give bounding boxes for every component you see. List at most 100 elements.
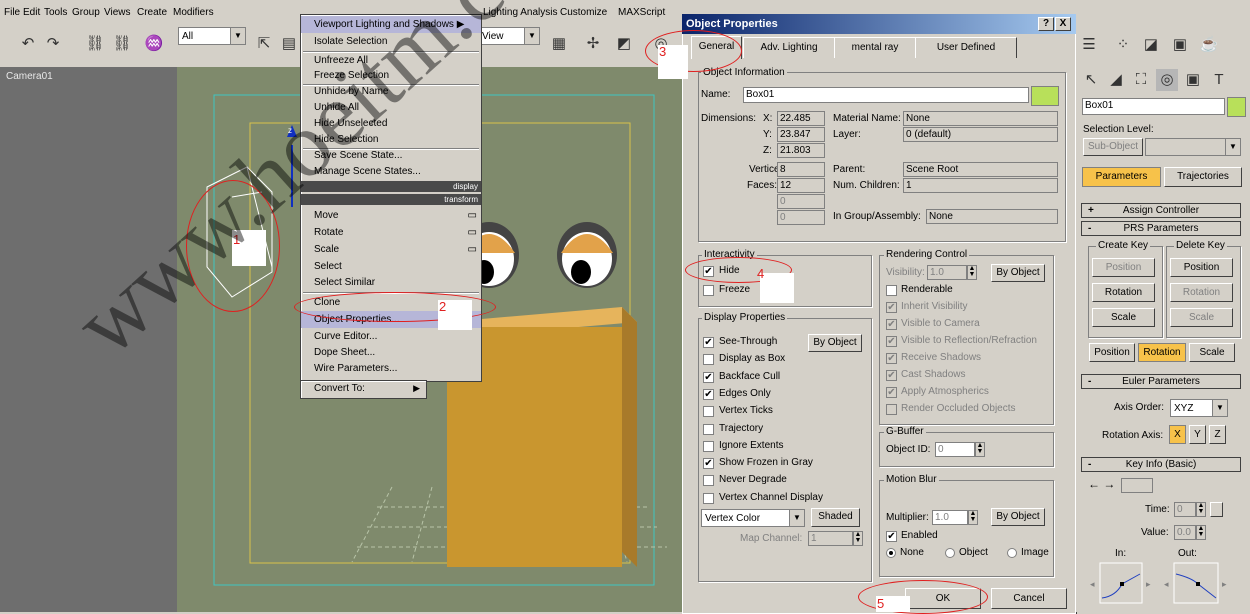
menu-item-select[interactable]: Select	[301, 258, 481, 275]
menu-maxscript[interactable]: MAXScript	[618, 7, 665, 18]
render-option-checkbox[interactable]: ✔	[886, 302, 897, 313]
display-option-checkbox[interactable]	[703, 423, 714, 435]
visibility-input[interactable]: 1.0	[927, 265, 967, 280]
vertex-color-dropdown[interactable]: Vertex Color ▼	[701, 509, 805, 527]
delete-rotation-key-button[interactable]: Rotation	[1170, 283, 1233, 302]
shaded-button[interactable]: Shaded	[811, 508, 860, 527]
menu-item-wire-parameters[interactable]: Wire Parameters...	[301, 360, 481, 377]
menu-item-hide-selection[interactable]: Hide Selection	[301, 131, 481, 148]
display-option-checkbox[interactable]	[703, 492, 714, 504]
selection-filter-dropdown[interactable]: All ▼	[178, 27, 246, 45]
display-option-checkbox[interactable]: ✔	[703, 458, 714, 470]
menu-item-hide-unselected[interactable]: Hide Unselected	[301, 115, 481, 132]
settings-box-icon[interactable]: ▭	[468, 224, 477, 241]
menu-item-unhide-all[interactable]: Unhide All	[301, 99, 481, 116]
axis-order-dropdown[interactable]: XYZ ▼	[1170, 399, 1228, 417]
unlink-icon[interactable]: ⛓	[111, 33, 133, 55]
menu-item-viewport-lighting[interactable]: Viewport Lighting and Shadows ▶	[301, 16, 481, 33]
assign-controller-rollout[interactable]: + Assign Controller	[1081, 203, 1241, 218]
help-button[interactable]: ?	[1038, 17, 1054, 31]
axis-z-button[interactable]: Z	[1209, 425, 1226, 444]
blur-none-radio[interactable]	[886, 548, 896, 558]
display-option-checkbox[interactable]: ✔	[703, 337, 714, 348]
out-tangent-control[interactable]: ◂ ▸	[1162, 562, 1232, 606]
dialog-titlebar[interactable]: Object Properties ? X	[682, 14, 1076, 34]
axis-y-button[interactable]: Y	[1189, 425, 1206, 444]
map-channel-input[interactable]: 1	[808, 531, 853, 546]
menu-customize[interactable]: Customize	[560, 7, 607, 18]
rendered-frame-icon[interactable]: ▣	[1169, 34, 1191, 56]
blur-image-radio[interactable]	[1007, 548, 1017, 558]
render-option-checkbox[interactable]: ✔	[886, 319, 897, 330]
display-option-checkbox[interactable]	[703, 406, 714, 418]
create-scale-key-button[interactable]: Scale	[1092, 308, 1155, 327]
link-icon[interactable]: ⛓	[84, 33, 106, 55]
box-icon[interactable]: ◩	[613, 33, 635, 55]
spinner-icon[interactable]: ▲ ▼	[1196, 525, 1206, 540]
in-tangent-control[interactable]: ◂ ▸	[1088, 562, 1156, 606]
render-option-checkbox[interactable]: ✔	[886, 370, 897, 381]
time-lock-button[interactable]	[1210, 502, 1223, 517]
menu-item-select-similar[interactable]: Select Similar	[301, 274, 481, 291]
delete-scale-key-button[interactable]: Scale	[1170, 308, 1233, 327]
object-name-input[interactable]: Box01	[743, 87, 1029, 103]
spinner-icon[interactable]: ▲ ▼	[975, 442, 985, 457]
menu-item-move[interactable]: Move ▭	[301, 207, 481, 224]
menu-modifiers[interactable]: Modifiers	[173, 7, 214, 18]
tab-adv-lighting[interactable]: Adv. Lighting	[743, 37, 835, 58]
render-option-checkbox[interactable]: ✔	[886, 353, 897, 364]
command-panel-name-input[interactable]: Box01	[1082, 98, 1225, 115]
close-button[interactable]: X	[1055, 17, 1071, 31]
menu-lighting-analysis[interactable]: Lighting Analysis	[483, 7, 558, 18]
sub-object-dropdown[interactable]: ▼	[1145, 138, 1241, 156]
object-color-swatch[interactable]	[1031, 86, 1059, 106]
reference-coord-dropdown[interactable]: View ▼	[478, 27, 540, 45]
create-tab-icon[interactable]: ↖	[1080, 69, 1102, 91]
key-prev-next-arrows[interactable]: ← →	[1088, 477, 1115, 491]
render-option-checkbox[interactable]: ✔	[886, 336, 897, 347]
render-option-checkbox[interactable]	[886, 404, 897, 415]
menu-edit[interactable]: Edit	[23, 7, 40, 18]
menu-item-save-scene-state[interactable]: Save Scene State...	[301, 147, 481, 164]
value-input[interactable]: 0.0	[1174, 525, 1196, 540]
snap-icon[interactable]: ✢	[582, 33, 604, 55]
menu-item-manage-scene-states[interactable]: Manage Scene States...	[301, 163, 481, 180]
display-option-checkbox[interactable]	[703, 475, 714, 487]
menu-item-isolate-selection[interactable]: Isolate Selection	[301, 33, 481, 50]
display-option-checkbox[interactable]: ✔	[703, 388, 714, 400]
pivot-icon[interactable]: ▦	[548, 33, 570, 55]
trajectories-button[interactable]: Trajectories	[1164, 167, 1242, 187]
spinner-icon[interactable]: ▲ ▼	[853, 531, 863, 546]
object-id-input[interactable]: 0	[935, 442, 975, 457]
menu-item-convert-to[interactable]: Convert To: ▶	[300, 380, 427, 399]
bind-space-warp-icon[interactable]: ♒	[143, 33, 165, 55]
cancel-button[interactable]: Cancel	[991, 588, 1067, 609]
multiplier-input[interactable]: 1.0	[932, 510, 968, 525]
hierarchy-tab-icon[interactable]: ⛶	[1130, 69, 1152, 91]
settings-box-icon[interactable]: ▭	[468, 207, 477, 224]
motion-tab-icon[interactable]: ◎	[1156, 69, 1178, 91]
blur-object-radio[interactable]	[945, 548, 955, 558]
command-panel-color-swatch[interactable]	[1227, 97, 1246, 117]
scale-mode-button[interactable]: Scale	[1189, 343, 1235, 362]
freeze-checkbox[interactable]	[703, 285, 714, 296]
modify-tab-icon[interactable]: ◢	[1105, 69, 1127, 91]
menu-item-freeze-selection[interactable]: Freeze Selection	[301, 67, 481, 84]
create-position-key-button[interactable]: Position	[1092, 258, 1155, 277]
render-option-checkbox[interactable]: ✔	[886, 387, 897, 398]
render-by-object-button[interactable]: By Object	[991, 264, 1045, 282]
display-tab-icon[interactable]: ▣	[1182, 69, 1204, 91]
create-rotation-key-button[interactable]: Rotation	[1092, 283, 1155, 302]
time-input[interactable]: 0	[1174, 502, 1196, 517]
key-info-rollout[interactable]: - Key Info (Basic)	[1081, 457, 1241, 472]
teapot-icon[interactable]: ☕	[1198, 34, 1220, 56]
rotation-mode-button[interactable]: Rotation	[1138, 343, 1186, 362]
menu-create[interactable]: Create	[137, 7, 167, 18]
sub-object-button[interactable]: Sub-Object	[1083, 138, 1143, 156]
axis-x-button[interactable]: X	[1169, 425, 1186, 444]
menu-file[interactable]: File	[4, 7, 20, 18]
undo-icon[interactable]: ↶	[17, 33, 39, 55]
redo-icon[interactable]: ↷	[42, 33, 64, 55]
render-setup-icon[interactable]: ◪	[1140, 34, 1162, 56]
menu-item-rotate[interactable]: Rotate ▭	[301, 224, 481, 241]
